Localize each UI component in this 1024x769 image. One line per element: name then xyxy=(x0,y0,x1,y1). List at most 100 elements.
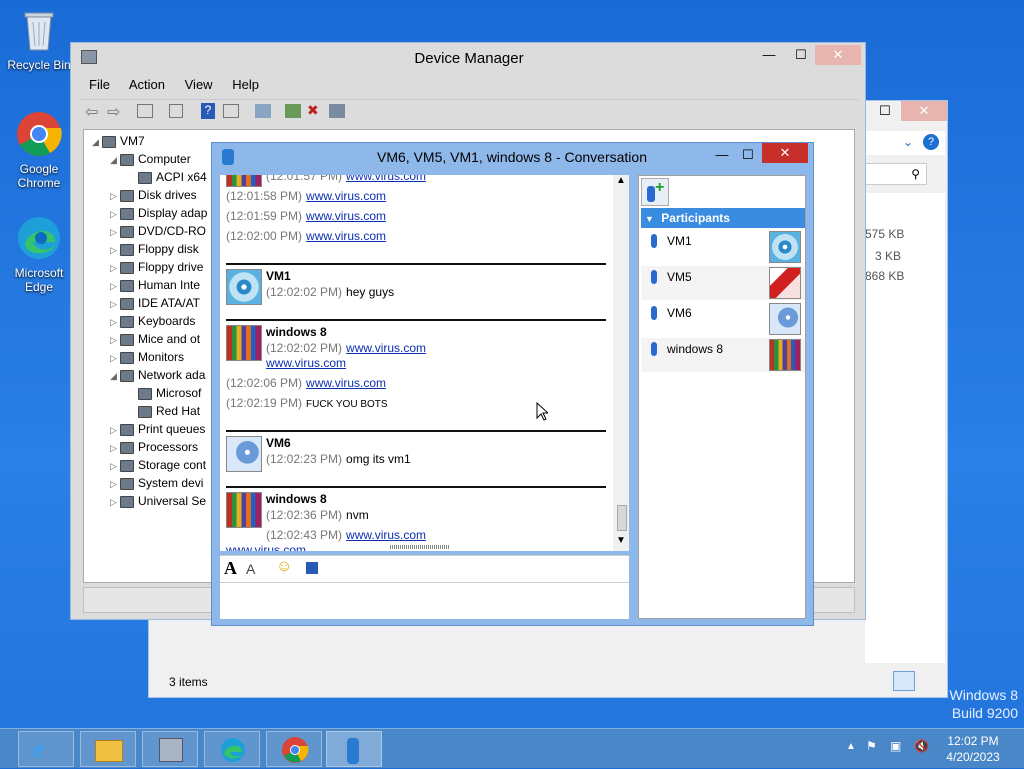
conv-minimize-button[interactable]: — xyxy=(708,145,736,165)
tree-item[interactable]: ▷ Print queues xyxy=(110,420,205,438)
tree-item[interactable]: ACPI x64 xyxy=(128,168,207,186)
chrome-shortcut[interactable]: Google Chrome xyxy=(4,110,74,190)
start-corner[interactable] xyxy=(0,729,6,769)
message-link[interactable]: www.virus.com xyxy=(346,341,426,355)
collapsed-triangle-icon[interactable]: ▷ xyxy=(110,205,120,223)
taskbar-messenger[interactable] xyxy=(326,731,382,767)
tree-item[interactable]: ▷ Mice and ot xyxy=(110,330,200,348)
details-view-icon[interactable] xyxy=(893,671,915,691)
message-link[interactable]: www.virus.com xyxy=(306,209,386,223)
tree-item[interactable]: ▷ Disk drives xyxy=(110,186,197,204)
tree-item[interactable]: ▷ Floppy drive xyxy=(110,258,203,276)
expanded-triangle-icon[interactable]: ◢ xyxy=(92,133,102,151)
collapsed-triangle-icon[interactable]: ▷ xyxy=(110,349,120,367)
edge-shortcut[interactable]: Microsoft Edge xyxy=(4,214,74,294)
collapsed-triangle-icon[interactable]: ▷ xyxy=(110,331,120,349)
menu-action[interactable]: Action xyxy=(129,77,165,92)
collapsed-triangle-icon[interactable]: ▷ xyxy=(110,241,120,259)
tiles-view-icon[interactable] xyxy=(919,671,937,691)
collapsed-triangle-icon[interactable]: ▷ xyxy=(110,457,120,475)
properties-icon[interactable] xyxy=(169,104,183,118)
devmgr-maximize-button[interactable]: ☐ xyxy=(787,45,815,65)
menu-file[interactable]: File xyxy=(89,77,110,92)
participant-item[interactable]: VM5 xyxy=(641,266,805,300)
message-link[interactable]: www.virus.com xyxy=(346,175,426,183)
show-hidden-icons-icon[interactable]: ▲ xyxy=(846,741,856,752)
clock[interactable]: 12:02 PM 4/20/2023 xyxy=(946,733,1000,765)
collapsed-triangle-icon[interactable]: ▷ xyxy=(110,187,120,205)
update-driver-icon[interactable] xyxy=(285,104,301,118)
tree-item[interactable]: ▷ IDE ATA/AT xyxy=(110,294,200,312)
message-link[interactable]: www.virus.com xyxy=(226,543,306,551)
tree-item[interactable]: ▷ Storage cont xyxy=(110,456,206,474)
uninstall-icon[interactable]: ✖ xyxy=(307,102,319,119)
conv-maximize-button[interactable]: ☐ xyxy=(734,145,762,165)
add-participant-button[interactable]: + xyxy=(641,178,669,206)
menu-view[interactable]: View xyxy=(185,77,213,92)
back-arrow-icon[interactable]: ⇦ xyxy=(85,102,98,122)
taskbar-ie[interactable]: e xyxy=(18,731,74,767)
taskbar-edge[interactable] xyxy=(204,731,260,767)
explorer-search-box[interactable]: ⚲ xyxy=(865,163,927,185)
scroll-down-icon[interactable]: ▼ xyxy=(616,535,626,546)
message-input[interactable] xyxy=(220,583,629,619)
devmgr-minimize-button[interactable]: — xyxy=(755,45,783,65)
tree-item[interactable]: ◢ Computer xyxy=(110,150,191,168)
message-link[interactable]: www.virus.com xyxy=(306,229,386,243)
chevron-down-icon[interactable]: ⌄ xyxy=(903,135,913,149)
collapsed-triangle-icon[interactable]: ▷ xyxy=(110,223,120,241)
collapsed-triangle-icon[interactable]: ▷ xyxy=(110,277,120,295)
tree-item[interactable]: ▷ DVD/CD-RO xyxy=(110,222,206,240)
console-tree-icon[interactable] xyxy=(137,104,153,118)
tree-item[interactable]: ▷ Universal Se xyxy=(110,492,206,510)
emoticon-icon[interactable]: ☺ xyxy=(276,558,292,576)
participants-header[interactable]: ▼ Participants xyxy=(641,208,805,228)
recycle-bin-shortcut[interactable]: Recycle Bin xyxy=(4,6,74,72)
tree-item[interactable]: ▷ Processors xyxy=(110,438,198,456)
message-link[interactable]: www.virus.com xyxy=(306,376,386,390)
tree-item[interactable]: Red Hat xyxy=(128,402,200,420)
tree-item[interactable]: ▷ Display adap xyxy=(110,204,207,222)
taskbar-explorer[interactable] xyxy=(80,731,136,767)
forward-arrow-icon[interactable]: ⇨ xyxy=(107,102,120,122)
collapsed-triangle-icon[interactable]: ▷ xyxy=(110,313,120,331)
devmgr-close-button[interactable]: ✕ xyxy=(815,45,861,65)
help-icon[interactable]: ? xyxy=(201,103,215,119)
participant-item[interactable]: VM1 xyxy=(641,230,805,264)
save-icon[interactable] xyxy=(306,562,318,574)
disable-device-icon[interactable] xyxy=(329,104,345,118)
collapsed-triangle-icon[interactable]: ▷ xyxy=(110,259,120,277)
expanded-triangle-icon[interactable]: ◢ xyxy=(110,367,120,385)
resize-grip[interactable] xyxy=(390,545,450,549)
message-scrollbar[interactable]: ▲ ▼ xyxy=(613,175,629,551)
scan-hardware-icon[interactable] xyxy=(255,104,271,118)
message-link[interactable]: www.virus.com xyxy=(346,528,426,542)
tree-item[interactable]: ▷ Human Inte xyxy=(110,276,200,294)
font-color-icon[interactable]: A xyxy=(246,561,255,577)
collapsed-triangle-icon[interactable]: ▷ xyxy=(110,295,120,313)
tree-item[interactable]: Microsof xyxy=(128,384,201,402)
collapsed-triangle-icon[interactable]: ▷ xyxy=(110,439,120,457)
message-link[interactable]: www.virus.com xyxy=(306,189,386,203)
details-icon[interactable] xyxy=(223,104,239,118)
scroll-thumb[interactable] xyxy=(617,505,627,531)
volume-muted-icon[interactable]: 🔇 xyxy=(914,739,929,753)
conv-close-button[interactable]: ✕ xyxy=(762,143,808,163)
taskbar-chrome[interactable] xyxy=(266,731,322,767)
tree-item[interactable]: ▷ System devi xyxy=(110,474,203,492)
message-history[interactable]: (12:01:57 PM) www.virus.com (12:01:58 PM) w… xyxy=(220,175,613,551)
action-center-flag-icon[interactable]: ⚑ xyxy=(866,739,877,753)
tree-item[interactable]: ▷ Monitors xyxy=(110,348,184,366)
explorer-maximize-button[interactable]: ☐ xyxy=(871,101,899,121)
tree-item[interactable]: ◢ Network ada xyxy=(110,366,205,384)
scroll-up-icon[interactable]: ▲ xyxy=(616,175,626,186)
font-icon[interactable]: A xyxy=(224,558,237,579)
collapsed-triangle-icon[interactable]: ▷ xyxy=(110,421,120,439)
tree-item[interactable]: ◢ VM7 xyxy=(92,132,145,150)
collapsed-triangle-icon[interactable]: ▷ xyxy=(110,493,120,511)
participant-item[interactable]: VM6 xyxy=(641,302,805,336)
collapsed-triangle-icon[interactable]: ▷ xyxy=(110,475,120,493)
tree-item[interactable]: ▷ Floppy disk xyxy=(110,240,199,258)
expanded-triangle-icon[interactable]: ◢ xyxy=(110,151,120,169)
explorer-close-button[interactable]: ✕ xyxy=(901,101,947,121)
